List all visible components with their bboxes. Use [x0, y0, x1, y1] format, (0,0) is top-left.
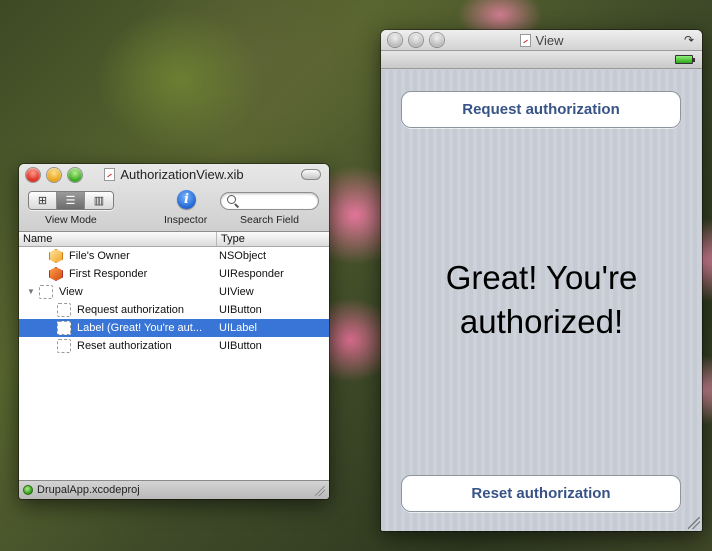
view-icon: [57, 321, 71, 335]
toolbar-toggle-button[interactable]: [301, 169, 321, 180]
row-type: UIView: [219, 286, 254, 298]
view-mode-label: View Mode: [45, 214, 97, 226]
search-field-label: Search Field: [240, 214, 299, 226]
outline-row-label[interactable]: Label (Great! You're aut... UILabel: [19, 319, 329, 337]
search-icon: [227, 195, 236, 204]
project-status-icon: [23, 485, 33, 495]
view-titlebar: View ↷: [381, 30, 702, 51]
inspector-label: Inspector: [164, 214, 208, 226]
name-column-header[interactable]: Name: [19, 232, 217, 246]
responder-icon: [49, 267, 63, 281]
window-title-text: View: [535, 33, 564, 48]
row-name: Label (Great! You're aut...: [77, 322, 203, 334]
grid-icon: ⊞: [37, 195, 48, 207]
disclosure-triangle-icon[interactable]: ▼: [27, 287, 37, 297]
row-name: Reset authorization: [77, 340, 172, 352]
outline-row-files-owner[interactable]: File's Owner NSObject: [19, 247, 329, 265]
outline-header: Name Type: [19, 232, 329, 247]
view-icon: [57, 303, 71, 317]
rotate-icon[interactable]: ↷: [684, 33, 694, 47]
outline-row-view[interactable]: ▼ View UIView: [19, 283, 329, 301]
row-name: Request authorization: [77, 304, 185, 316]
object-outline: File's Owner NSObject First Responder UI…: [19, 247, 329, 482]
row-type: UIButton: [219, 340, 262, 352]
icon-view-mode-button[interactable]: ⊞: [29, 192, 57, 209]
resize-grip-icon[interactable]: [688, 517, 700, 529]
column-view-mode-button[interactable]: ▥: [85, 192, 113, 209]
row-type: UIResponder: [219, 268, 284, 280]
row-name: First Responder: [69, 268, 148, 280]
project-name: DrupalApp.xcodeproj: [37, 484, 140, 496]
view-mode-control[interactable]: ⊞ ☰ ▥: [28, 191, 114, 210]
row-type: UIButton: [219, 304, 262, 316]
window-title-text: AuthorizationView.xib: [120, 167, 244, 182]
list-icon: ☰: [65, 195, 76, 207]
list-view-mode-button[interactable]: ☰: [57, 192, 85, 209]
cube-icon: [49, 249, 63, 263]
battery-icon: [675, 55, 695, 64]
search-input[interactable]: [220, 192, 319, 210]
outline-row-first-responder[interactable]: First Responder UIResponder: [19, 265, 329, 283]
columns-icon: ▥: [93, 195, 105, 207]
outline-row-request-button[interactable]: Request authorization UIButton: [19, 301, 329, 319]
window-title: AuthorizationView.xib: [19, 167, 329, 182]
outline-row-reset-button[interactable]: Reset authorization UIButton: [19, 337, 329, 355]
view-window: View ↷ Request authorization Great! You'…: [381, 30, 702, 531]
ios-view-content: Request authorization Great! You're auth…: [381, 70, 702, 531]
row-name: View: [59, 286, 83, 298]
xib-file-icon: [104, 168, 116, 181]
row-name: File's Owner: [69, 250, 130, 262]
project-status-bar: DrupalApp.xcodeproj: [19, 480, 329, 499]
xib-document-window: AuthorizationView.xib ⊞ ☰ ▥ View Mode i …: [19, 164, 329, 499]
xib-toolbar: AuthorizationView.xib ⊞ ☰ ▥ View Mode i …: [19, 164, 329, 232]
view-icon: [57, 339, 71, 353]
type-column-header[interactable]: Type: [217, 232, 245, 246]
view-icon: [39, 285, 53, 299]
ios-status-bar: [381, 51, 702, 69]
resize-grip-icon[interactable]: [315, 486, 325, 496]
request-authorization-button[interactable]: Request authorization: [401, 91, 681, 128]
xib-file-icon: [519, 34, 531, 47]
info-icon[interactable]: i: [177, 190, 196, 209]
row-type: UILabel: [219, 322, 257, 334]
window-title: View: [381, 33, 702, 48]
reset-authorization-button[interactable]: Reset authorization: [401, 475, 681, 512]
row-type: NSObject: [219, 250, 267, 262]
authorization-status-label: Great! You're authorized!: [445, 259, 638, 340]
